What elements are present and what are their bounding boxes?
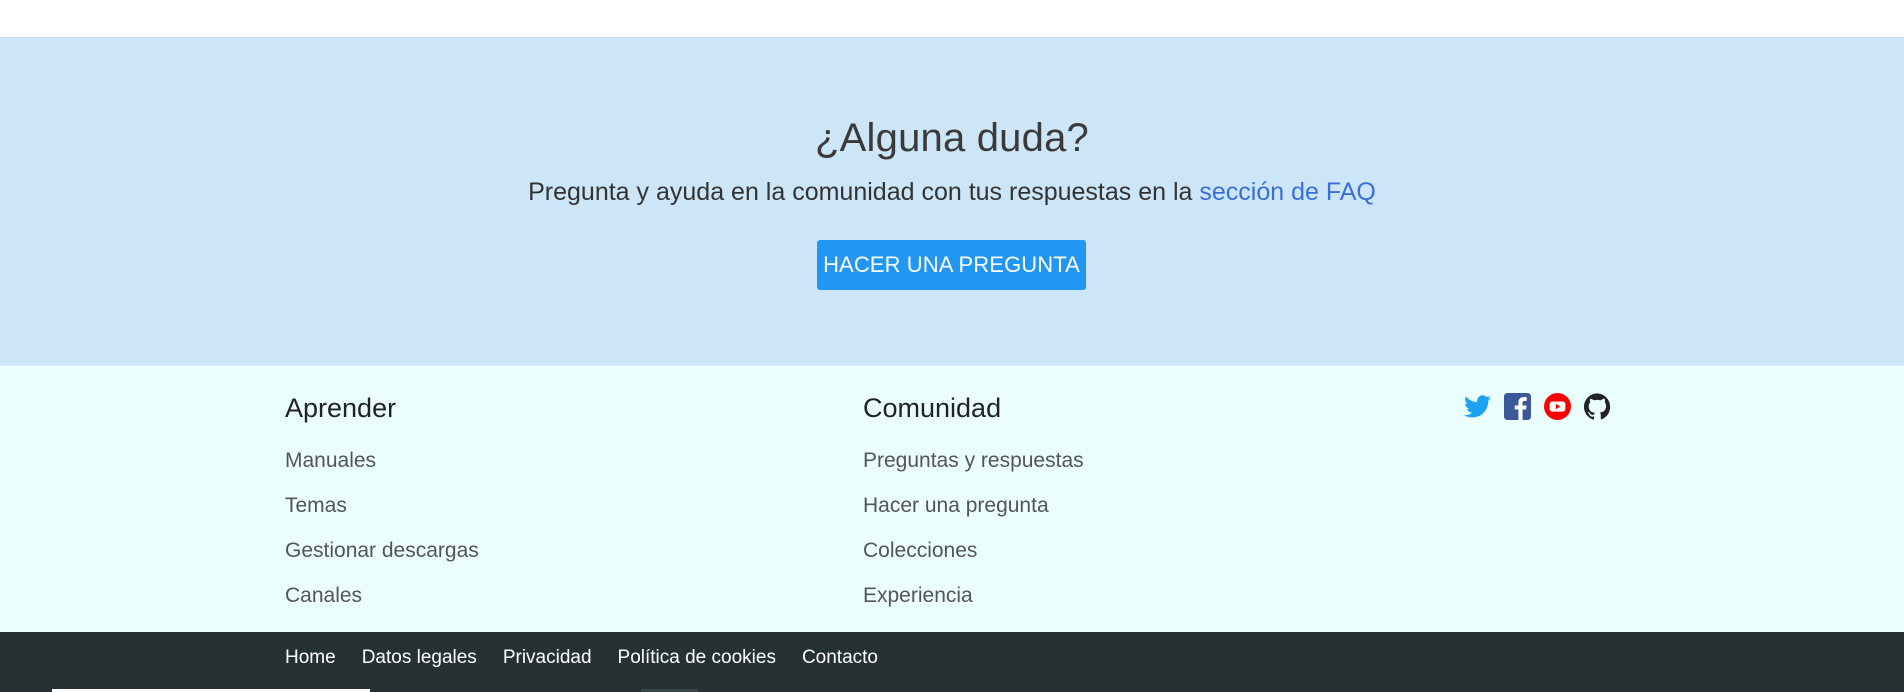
- footer-link-preguntas-respuestas-text[interactable]: Preguntas y respuestas: [863, 449, 1084, 472]
- footer-link-hacer-pregunta[interactable]: Hacer una pregunta: [863, 483, 1084, 528]
- faq-section-link[interactable]: sección de FAQ: [1199, 178, 1375, 206]
- bottom-link-contacto[interactable]: Contacto: [802, 647, 878, 669]
- footer-link-preguntas-respuestas[interactable]: Preguntas y respuestas: [863, 438, 1084, 483]
- bottom-link-home[interactable]: Home: [285, 647, 336, 669]
- faq-section: ¿Alguna duda? Pregunta y ayuda en la com…: [0, 37, 1904, 365]
- footer-link-gestionar-descargas-text[interactable]: Gestionar descargas: [285, 539, 479, 562]
- github-icon[interactable]: [1584, 393, 1611, 420]
- faq-description-text: Pregunta y ayuda en la comunidad con tus…: [528, 178, 1200, 206]
- facebook-icon[interactable]: [1504, 393, 1531, 420]
- footer-link-manuales-text[interactable]: Manuales: [285, 449, 376, 472]
- bottom-bar: Home Datos legales Privacidad Política d…: [0, 632, 1904, 692]
- youtube-icon[interactable]: [1544, 393, 1571, 420]
- footer-link-experiencia-text[interactable]: Experiencia: [863, 584, 973, 607]
- faq-description: Pregunta y ayuda en la comunidad con tus…: [0, 178, 1904, 207]
- bottom-link-cookies[interactable]: Política de cookies: [618, 647, 776, 669]
- footer-links: Aprender Manuales Temas Gestionar descar…: [0, 365, 1904, 632]
- footer-link-colecciones-text[interactable]: Colecciones: [863, 539, 977, 562]
- footer-link-gestionar-descargas[interactable]: Gestionar descargas: [285, 528, 479, 573]
- ask-question-button[interactable]: HACER UNA PREGUNTA: [817, 240, 1086, 290]
- footer-heading-aprender: Aprender: [285, 393, 397, 423]
- footer-link-experiencia[interactable]: Experiencia: [863, 573, 1084, 618]
- bottom-link-privacidad[interactable]: Privacidad: [503, 647, 592, 669]
- top-strip: [0, 0, 1904, 37]
- footer-link-manuales[interactable]: Manuales: [285, 438, 479, 483]
- footer-link-hacer-pregunta-text[interactable]: Hacer una pregunta: [863, 494, 1049, 517]
- bottom-link-datos-legales[interactable]: Datos legales: [362, 647, 477, 669]
- footer-link-temas[interactable]: Temas: [285, 483, 479, 528]
- twitter-icon[interactable]: [1464, 393, 1491, 420]
- social-links: [1464, 393, 1611, 420]
- footer-column-aprender: Aprender Manuales Temas Gestionar descar…: [285, 388, 479, 618]
- footer-link-canales-text[interactable]: Canales: [285, 584, 362, 607]
- footer-column-comunidad: Comunidad Preguntas y respuestas Hacer u…: [863, 388, 1084, 618]
- footer-link-temas-text[interactable]: Temas: [285, 494, 347, 517]
- footer-heading-comunidad: Comunidad: [863, 393, 1002, 423]
- footer-link-canales[interactable]: Canales: [285, 573, 479, 618]
- footer-link-colecciones[interactable]: Colecciones: [863, 528, 1084, 573]
- bottom-nav: Home Datos legales Privacidad Política d…: [285, 628, 878, 688]
- faq-title: ¿Alguna duda?: [815, 116, 1089, 160]
